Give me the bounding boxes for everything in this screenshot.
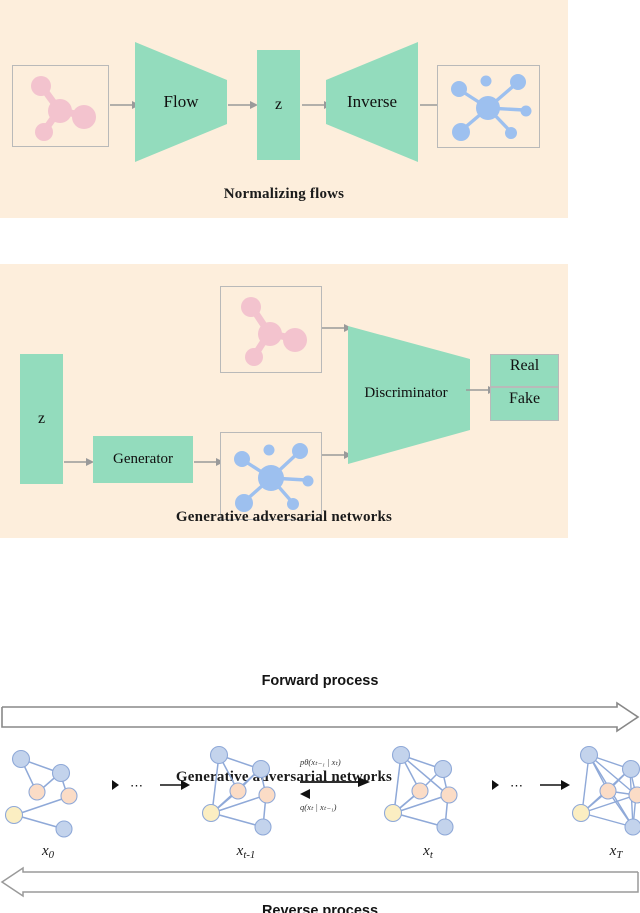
flows-caption: Normalizing flows bbox=[223, 186, 345, 202]
graph-x0 bbox=[4, 749, 78, 838]
network-icon bbox=[451, 74, 532, 141]
molecule-icon bbox=[31, 76, 96, 141]
inverse-block-label: Inverse bbox=[346, 92, 398, 111]
gan-latent-label: z bbox=[37, 410, 46, 427]
verdict-fake-label: Fake bbox=[508, 390, 541, 407]
discriminator-block-label: Discriminator bbox=[364, 384, 448, 401]
forward-process-title: Forward process bbox=[261, 673, 379, 689]
panel-normalizing-flows: Flow z Inverse Normalizing flows bbox=[0, 0, 568, 218]
network-icon bbox=[234, 443, 314, 512]
reverse-model-label: pθ(xₜ₋₁ | xₜ) bbox=[300, 757, 341, 767]
arrow-icon bbox=[64, 458, 94, 466]
gan-real-sample-box bbox=[220, 286, 322, 373]
flows-output-box bbox=[437, 65, 540, 148]
verdict-divider bbox=[491, 386, 558, 388]
forward-process-arrow bbox=[1, 701, 640, 733]
reverse-process-title: Reverse process bbox=[261, 903, 379, 913]
svg-text:⋯: ⋯ bbox=[130, 778, 143, 793]
graph-xt-label: xt bbox=[423, 843, 433, 862]
flows-input-box bbox=[12, 65, 109, 147]
gan-caption-outer: Generative adversarial networks bbox=[175, 509, 393, 525]
reverse-process-arrow bbox=[0, 866, 639, 898]
graph-xt-1 bbox=[201, 745, 276, 836]
gan-fake-sample-box bbox=[220, 432, 322, 520]
graph-xt-1-label: xt-1 bbox=[236, 843, 256, 862]
graph-xT-label: xT bbox=[609, 843, 623, 862]
flows-latent-label: z bbox=[274, 96, 283, 113]
flow-block-label: Flow bbox=[163, 92, 199, 111]
graph-xT bbox=[571, 745, 640, 836]
graph-x0-label: x0 bbox=[41, 843, 55, 862]
graph-xt bbox=[383, 745, 458, 836]
generator-block-label: Generator bbox=[113, 451, 173, 467]
step-connector-2: ⋯ bbox=[492, 775, 570, 797]
verdict-box[interactable]: Real Fake bbox=[490, 354, 559, 421]
verdict-real-label: Real bbox=[509, 357, 540, 374]
svg-text:⋯: ⋯ bbox=[510, 778, 523, 793]
forward-step-arrow bbox=[300, 777, 370, 799]
arrow-icon bbox=[228, 101, 258, 109]
triangle-arrow-icon: ⋯ bbox=[112, 778, 190, 793]
triangle-arrow-icon: ⋯ bbox=[492, 778, 570, 793]
step-connector-1: ⋯ bbox=[112, 775, 190, 797]
molecule-icon bbox=[241, 297, 307, 366]
panel-diffusion: Forward process x0 ⋯ xt-1 pθ(xₜ₋₁ | xₜ) … bbox=[0, 655, 640, 913]
forward-kernel-label: q(xₜ | xₜ₋₁) bbox=[300, 802, 337, 812]
panel-gan: z Generator Discriminator Real Fake Gene… bbox=[0, 264, 568, 785]
